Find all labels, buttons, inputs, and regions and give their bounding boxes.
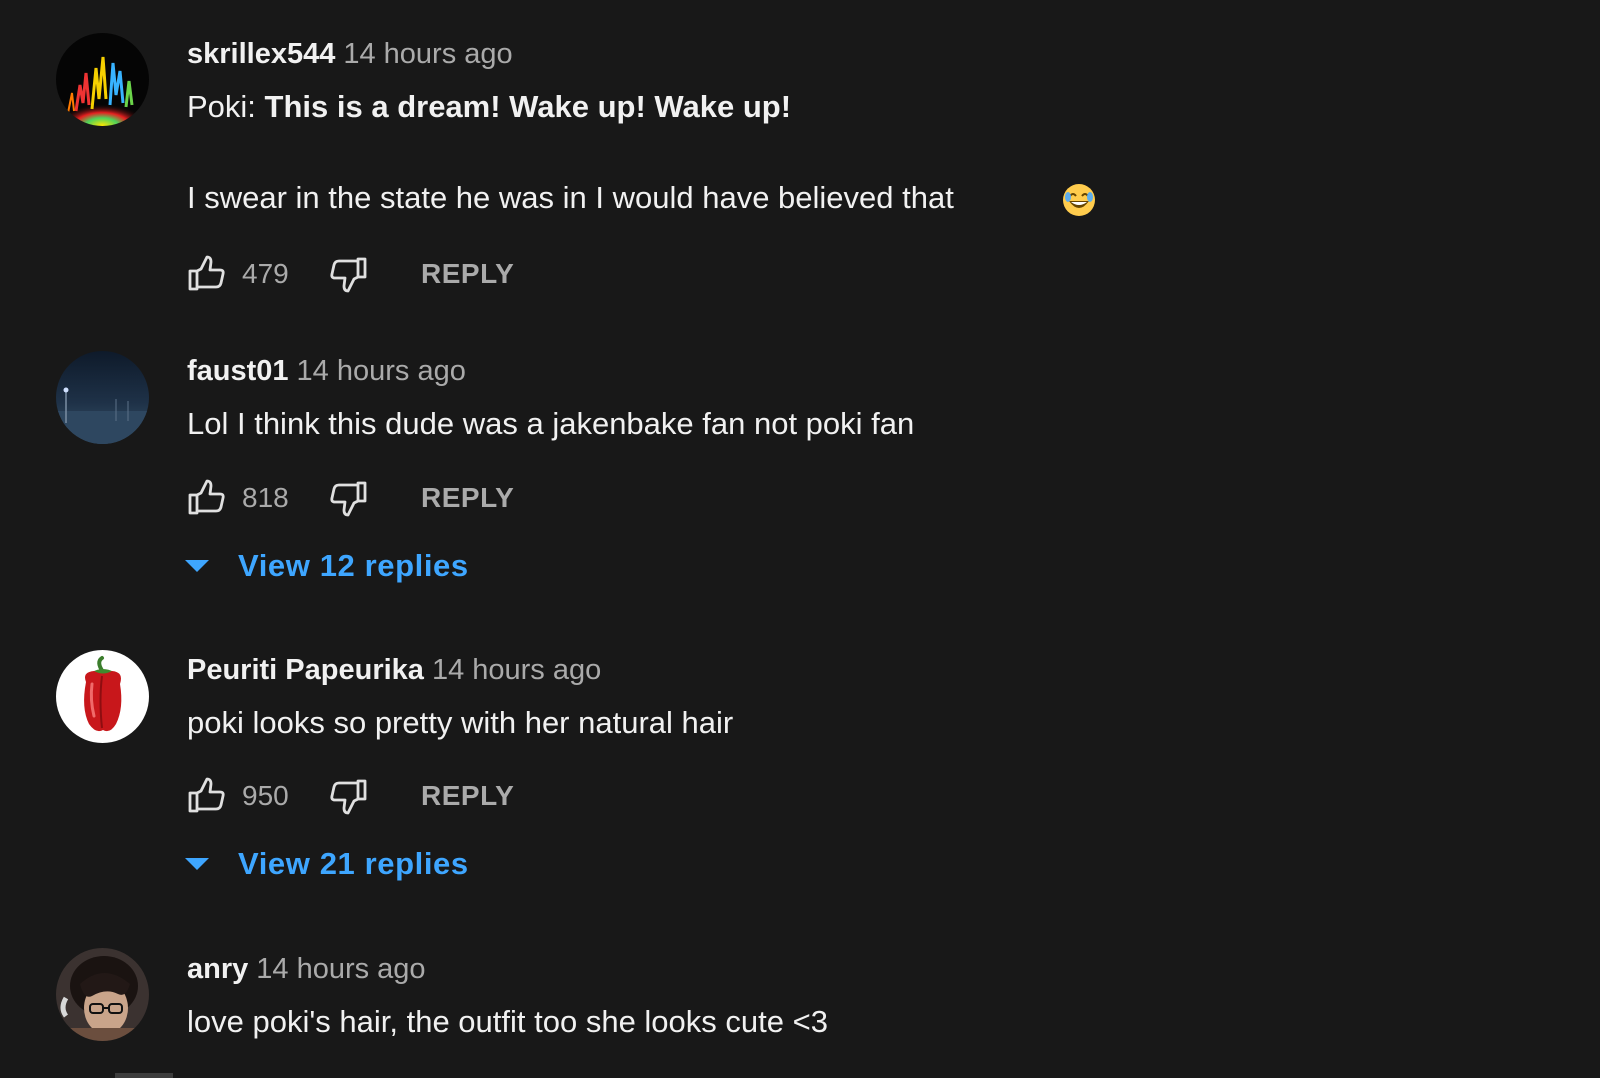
- like-count: 479: [242, 258, 289, 289]
- thumbs-up-icon: [188, 777, 225, 813]
- avatar-image: [56, 948, 149, 1041]
- joy-emoji-icon: [1063, 184, 1095, 216]
- comment-text: love poki's hair, the outfit too she loo…: [187, 1004, 828, 1039]
- avatar-image: [56, 650, 149, 743]
- like-count: 818: [242, 482, 289, 513]
- comment-text-line-2: I swear in the state he was in I would h…: [187, 179, 954, 217]
- thumbs-down-icon: [330, 257, 367, 293]
- caret-down-icon: [185, 560, 209, 572]
- reply-button[interactable]: REPLY: [421, 480, 514, 516]
- avatar-image: [56, 33, 149, 126]
- thumbs-up-icon: [188, 479, 225, 515]
- comment-timestamp[interactable]: 14 hours ago: [256, 953, 425, 985]
- comment-author[interactable]: anry: [187, 953, 248, 985]
- comment-author[interactable]: Peuriti Papeurika: [187, 654, 424, 686]
- reply-button[interactable]: REPLY: [421, 256, 514, 292]
- avatar-image: [56, 351, 149, 444]
- comment-header: faust01 14 hours ago: [187, 353, 466, 389]
- thumbs-down-icon: [330, 779, 367, 815]
- comment-actions: 950 REPLY: [187, 776, 527, 816]
- comment-timestamp[interactable]: 14 hours ago: [343, 38, 512, 70]
- comment-speaker: Poki:: [187, 89, 265, 124]
- dislike-button[interactable]: [328, 776, 368, 816]
- dislike-button[interactable]: [328, 254, 368, 294]
- avatar-skrillex544[interactable]: [56, 33, 149, 126]
- like-button[interactable]: [187, 254, 227, 294]
- comment-author[interactable]: skrillex544: [187, 38, 335, 70]
- comment-header: anry 14 hours ago: [187, 951, 426, 987]
- avatar-anry[interactable]: [56, 948, 149, 1041]
- thumbs-up-icon: [188, 255, 225, 291]
- comment-actions: 479 REPLY: [187, 254, 527, 294]
- comment-header: Peuriti Papeurika 14 hours ago: [187, 652, 601, 688]
- comment-header: skrillex544 14 hours ago: [187, 36, 513, 72]
- caret-down-icon: [185, 858, 209, 870]
- scroll-indicator: [115, 1073, 173, 1078]
- like-count: 950: [242, 780, 289, 811]
- view-replies-button[interactable]: View 12 replies: [182, 546, 502, 590]
- view-replies-button[interactable]: View 21 replies: [182, 844, 502, 888]
- thumbs-down-icon: [330, 481, 367, 517]
- view-replies-label: View 21 replies: [238, 846, 469, 881]
- comment-timestamp[interactable]: 14 hours ago: [432, 654, 601, 686]
- comment-text: Lol I think this dude was a jakenbake fa…: [187, 406, 915, 441]
- avatar-peuriti-papeurika[interactable]: [56, 650, 149, 743]
- comment-timestamp[interactable]: 14 hours ago: [297, 355, 466, 387]
- dislike-button[interactable]: [328, 478, 368, 518]
- comment-actions: 818 REPLY: [187, 478, 527, 518]
- like-button[interactable]: [187, 776, 227, 816]
- view-replies-label: View 12 replies: [238, 548, 469, 583]
- comment-thread-1: skrillex544 14 hours ago Poki: This is a …: [0, 0, 1600, 320]
- comment-text-line-2-text: I swear in the state he was in I would h…: [187, 180, 954, 215]
- comment-author[interactable]: faust01: [187, 355, 289, 387]
- like-button[interactable]: [187, 478, 227, 518]
- avatar-faust01[interactable]: [56, 351, 149, 444]
- comment-quote: This is a dream! Wake up! Wake up!: [264, 89, 792, 124]
- reply-button[interactable]: REPLY: [421, 778, 514, 814]
- comment-text: Poki: This is a dream! Wake up! Wake up!: [187, 88, 791, 126]
- comment-text: poki looks so pretty with her natural ha…: [187, 705, 734, 740]
